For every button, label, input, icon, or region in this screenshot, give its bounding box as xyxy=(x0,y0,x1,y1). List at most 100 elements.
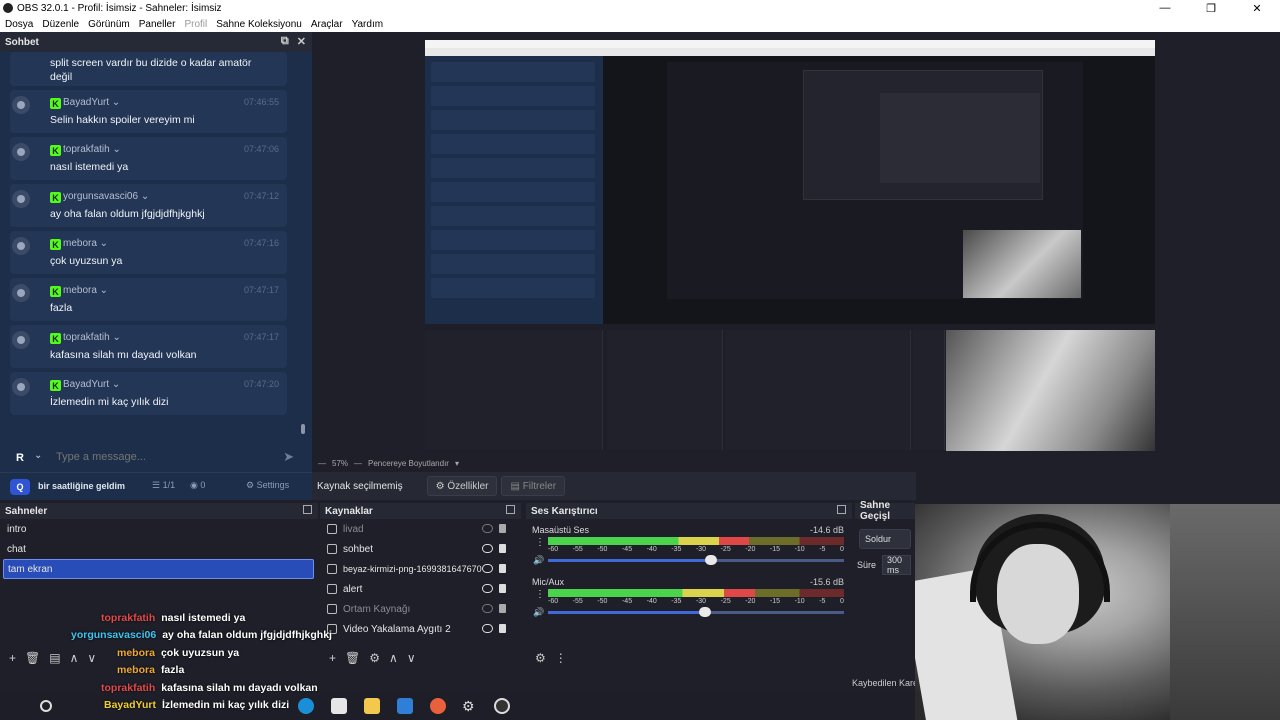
move-up-icon[interactable]: ∧ xyxy=(389,651,398,665)
more-options-icon[interactable]: ⋮ xyxy=(555,651,567,665)
source-item[interactable]: alert xyxy=(320,579,521,599)
avatar[interactable] xyxy=(12,284,30,302)
chat-username[interactable]: BayadYurt ⌄ xyxy=(63,97,120,108)
add-scene-icon[interactable]: + xyxy=(9,651,16,665)
eye-icon[interactable] xyxy=(482,584,493,593)
zoom-out-button[interactable]: — xyxy=(318,459,326,468)
volume-slider[interactable] xyxy=(548,559,844,562)
lock-icon[interactable] xyxy=(499,584,506,593)
chevron-down-icon[interactable]: ▾ xyxy=(455,459,459,468)
undock-icon[interactable]: ⧉ xyxy=(281,35,289,48)
menu-view[interactable]: Görünüm xyxy=(88,19,130,30)
volume-slider[interactable] xyxy=(548,611,844,614)
menu-edit[interactable]: Düzenle xyxy=(42,19,79,30)
menu-docks[interactable]: Paneller xyxy=(139,19,176,30)
chat-username[interactable]: toprakfatih ⌄ xyxy=(63,332,121,343)
chat-username[interactable]: mebora ⌄ xyxy=(63,238,108,249)
menu-tools[interactable]: Araçlar xyxy=(311,19,343,30)
scene-item-selected[interactable]: tam ekran xyxy=(3,559,314,579)
avatar[interactable] xyxy=(12,237,30,255)
menu-profile[interactable]: Profil xyxy=(184,19,207,30)
duration-input[interactable]: 300 ms xyxy=(882,555,911,575)
close-icon[interactable]: ✕ xyxy=(297,35,306,48)
minimize-button[interactable]: — xyxy=(1142,0,1188,16)
source-item[interactable]: livad xyxy=(320,519,521,539)
chat-username[interactable]: BayadYurt ⌄ xyxy=(63,379,120,390)
menu-scene-collection[interactable]: Sahne Koleksiyonu xyxy=(216,19,302,30)
send-icon[interactable]: ➤ xyxy=(283,449,294,465)
avatar[interactable] xyxy=(12,190,30,208)
transition-select[interactable]: Soldur xyxy=(859,529,911,549)
avatar[interactable] xyxy=(12,378,30,396)
chat-messages[interactable]: split screen vardır bu dizide o kadar am… xyxy=(0,52,312,442)
volume-slider-handle[interactable] xyxy=(698,607,711,617)
remove-source-icon[interactable]: 🗑 xyxy=(345,651,360,665)
source-properties-icon[interactable]: ⚙ xyxy=(369,651,380,665)
speaker-icon[interactable]: 🔊 xyxy=(533,607,544,618)
source-item[interactable]: beyaz-kirmizi-png-1699381647670 xyxy=(320,559,521,579)
add-source-icon[interactable]: + xyxy=(329,651,336,665)
meter-scale-tick: -55 xyxy=(572,546,583,553)
move-down-icon[interactable]: ∨ xyxy=(87,651,96,665)
store-icon[interactable] xyxy=(331,698,347,714)
speaker-icon[interactable]: 🔊 xyxy=(533,555,544,566)
meter-scale-tick: -60 xyxy=(548,598,559,605)
chat-username[interactable]: yorgunsavasci06 ⌄ xyxy=(63,191,149,202)
chat-username[interactable]: toprakfatih ⌄ xyxy=(63,144,121,155)
avatar[interactable] xyxy=(12,331,30,349)
scene-item[interactable]: chat xyxy=(0,539,318,559)
chat-settings-button[interactable]: ⚙ Settings xyxy=(246,480,289,491)
mail-icon[interactable] xyxy=(397,698,413,714)
hidden-eye-icon[interactable] xyxy=(482,524,493,533)
preview-area[interactable] xyxy=(312,32,1280,456)
zoom-in-button[interactable]: — xyxy=(354,459,362,468)
settings-icon[interactable]: ⚙ xyxy=(462,698,478,714)
undock-icon[interactable] xyxy=(506,505,515,514)
channel-logo-icon: Q xyxy=(10,479,30,495)
source-item[interactable]: sohbet xyxy=(320,539,521,559)
move-up-icon[interactable]: ∧ xyxy=(70,651,79,665)
chat-username[interactable]: mebora ⌄ xyxy=(63,285,108,296)
more-options-icon[interactable]: ⋮ xyxy=(535,537,545,548)
scene-filters-icon[interactable]: ▤ xyxy=(49,651,60,665)
lock-icon[interactable] xyxy=(499,544,506,553)
advanced-audio-icon[interactable]: ⚙ xyxy=(535,651,546,665)
fit-window-button[interactable]: Pencereye Boyutlandır xyxy=(368,459,449,468)
lock-icon[interactable] xyxy=(499,604,506,613)
lock-icon[interactable] xyxy=(499,564,506,573)
chevron-down-icon[interactable]: ⌄ xyxy=(34,450,42,461)
eye-icon[interactable] xyxy=(482,544,493,553)
undock-icon[interactable] xyxy=(837,505,846,514)
move-down-icon[interactable]: ∨ xyxy=(407,651,416,665)
menu-help[interactable]: Yardım xyxy=(352,19,384,30)
obs-icon[interactable] xyxy=(494,698,510,714)
close-window-button[interactable]: ✕ xyxy=(1234,0,1280,16)
hidden-eye-icon[interactable] xyxy=(482,604,493,613)
properties-button[interactable]: ⚙ Özellikler xyxy=(426,476,498,496)
firefox-icon[interactable] xyxy=(430,698,446,714)
source-item[interactable]: Video Yakalama Aygıtı 2 xyxy=(320,619,521,639)
scene-item[interactable]: intro xyxy=(0,519,318,539)
chat-scrollbar[interactable] xyxy=(301,424,305,434)
preview-canvas[interactable] xyxy=(425,40,1155,451)
maximize-button[interactable]: ❐ xyxy=(1188,0,1234,16)
edge-icon[interactable] xyxy=(298,698,314,714)
source-item[interactable]: Ortam Kaynağı xyxy=(320,599,521,619)
filters-button[interactable]: ▤ Filtreler xyxy=(501,476,566,496)
avatar[interactable] xyxy=(12,96,30,114)
avatar[interactable] xyxy=(12,143,30,161)
lock-icon[interactable] xyxy=(499,624,506,633)
search-icon[interactable] xyxy=(40,700,52,712)
lock-icon[interactable] xyxy=(499,524,506,533)
more-options-icon[interactable]: ⋮ xyxy=(535,589,545,600)
folder-icon[interactable] xyxy=(364,698,380,714)
rumble-icon[interactable]: R xyxy=(16,452,24,464)
remove-scene-icon[interactable]: 🗑 xyxy=(25,651,40,665)
menu-file[interactable]: Dosya xyxy=(5,19,33,30)
volume-slider-handle[interactable] xyxy=(704,555,717,565)
chat-message-input[interactable] xyxy=(56,449,266,465)
undock-icon[interactable] xyxy=(303,505,312,514)
eye-icon[interactable] xyxy=(482,564,493,573)
chat-message-text: Selin hakkın spoiler vereyim mi xyxy=(50,114,195,126)
eye-icon[interactable] xyxy=(482,624,493,633)
